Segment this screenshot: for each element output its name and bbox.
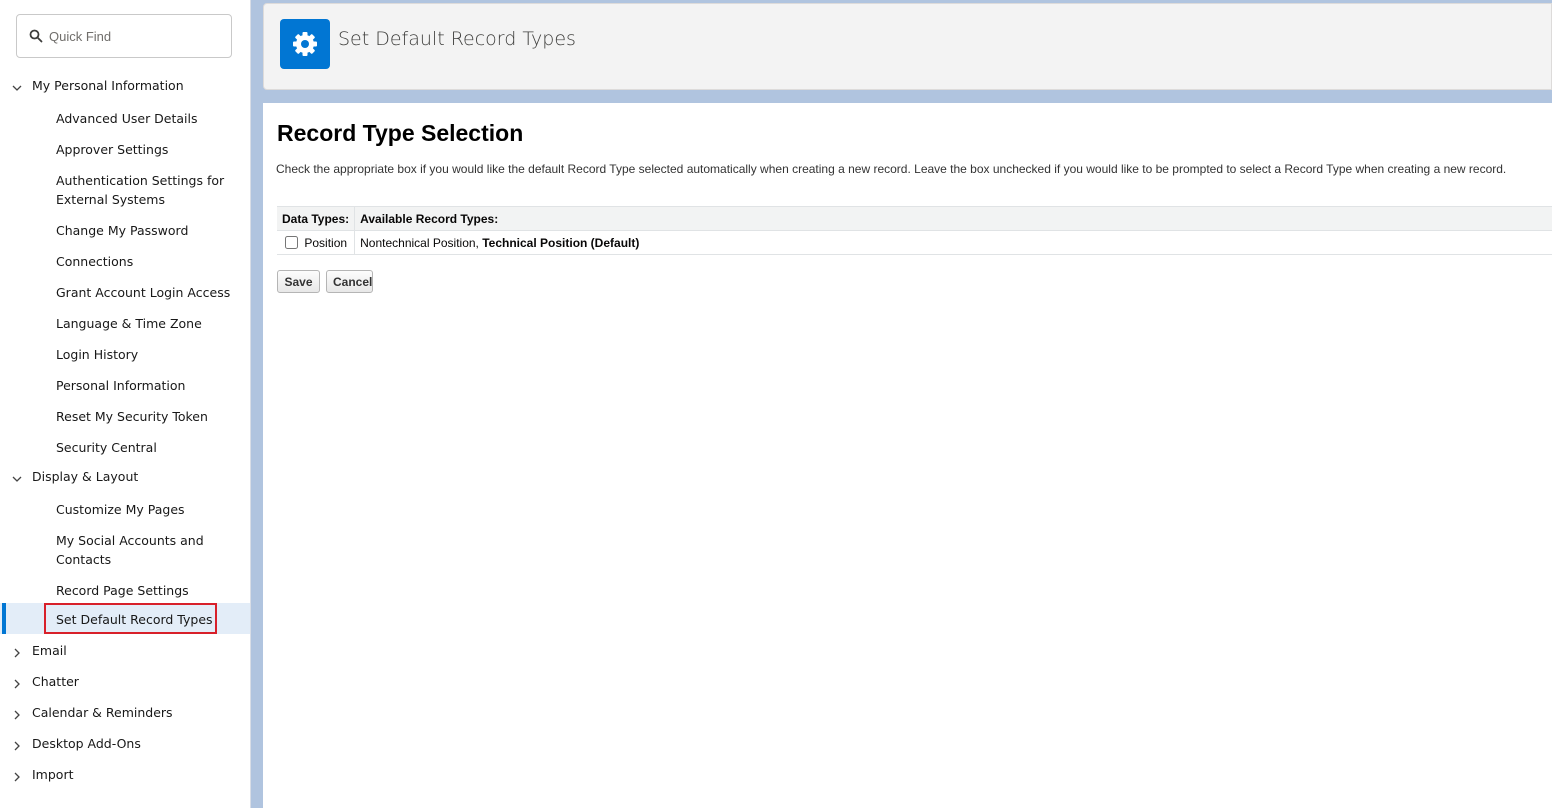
column-header-data-types: Data Types: (277, 206, 356, 231)
setup-sidebar: My Personal Information Advanced User De… (0, 0, 251, 808)
nav-section-import[interactable]: Import (0, 767, 250, 787)
record-type-table: Data Types: Available Record Types: Posi… (277, 206, 1552, 255)
nav-item-label: Customize My Pages (56, 502, 185, 517)
nav-section-desktop-add-ons[interactable]: Desktop Add-Ons (0, 736, 250, 756)
nav-item-label: Security Central (56, 440, 157, 455)
nav-item-label: Personal Information (56, 378, 186, 393)
chevron-down-icon (12, 476, 22, 482)
nav-item-label: Authentication Settings for External Sys… (56, 173, 225, 207)
nav-section-label: Chatter (32, 674, 79, 689)
nav-item-connections[interactable]: Connections (0, 252, 250, 272)
nav-item-label: Login History (56, 347, 139, 362)
nav-item-personal-information[interactable]: Personal Information (0, 376, 250, 396)
nav-section-label: Import (32, 767, 74, 782)
nav-item-label: Language & Time Zone (56, 316, 202, 331)
instructions-text: Check the appropriate box if you would l… (276, 162, 1507, 176)
column-header-available-record-types: Available Record Types: (354, 206, 1552, 231)
search-icon (29, 29, 43, 43)
page-header: Set Default Record Types (263, 3, 1552, 90)
nav-item-login-history[interactable]: Login History (0, 345, 250, 365)
quick-find-input[interactable] (49, 23, 224, 49)
nav-section-display-layout[interactable]: Display & Layout (0, 469, 250, 489)
active-indicator (2, 603, 6, 634)
nav-item-change-my-password[interactable]: Change My Password (0, 221, 250, 241)
nav-item-label: Advanced User Details (56, 111, 198, 126)
nav-item-reset-security-token[interactable]: Reset My Security Token (0, 407, 250, 427)
nav-item-label: Approver Settings (56, 142, 169, 157)
chevron-right-icon (14, 741, 20, 751)
nav-section-chatter[interactable]: Chatter (0, 674, 250, 694)
gear-icon (280, 19, 330, 69)
data-type-cell: Position (277, 230, 356, 255)
available-record-types-cell: Nontechnical Position, Technical Positio… (354, 230, 1552, 255)
chevron-right-icon (14, 772, 20, 782)
nav-item-language-time-zone[interactable]: Language & Time Zone (0, 314, 250, 334)
chevron-down-icon (12, 85, 22, 91)
nav-section-label: Desktop Add-Ons (32, 736, 141, 751)
nav-item-label: My Social Accounts and Contacts (56, 533, 204, 567)
chevron-right-icon (14, 679, 20, 689)
nav-item-my-social-accounts[interactable]: My Social Accounts and Contacts (0, 531, 250, 571)
page-title: Set Default Record Types (338, 28, 576, 50)
nav-item-label: Connections (56, 254, 134, 269)
highlight-annotation (44, 603, 217, 634)
chevron-right-icon (14, 648, 20, 658)
save-button[interactable]: Save (277, 270, 320, 293)
nav-item-advanced-user-details[interactable]: Advanced User Details (0, 109, 250, 129)
quick-find-box[interactable] (16, 14, 232, 58)
nav-item-label: Record Page Settings (56, 583, 189, 598)
nav-section-email[interactable]: Email (0, 643, 250, 663)
nav-item-record-page-settings[interactable]: Record Page Settings (0, 581, 250, 601)
nav-section-label: Email (32, 643, 67, 658)
nav-section-label: Display & Layout (32, 469, 139, 484)
position-default-checkbox[interactable] (285, 236, 298, 250)
nav-section-label: My Personal Information (32, 78, 184, 93)
record-type-list: Nontechnical Position, (360, 235, 483, 250)
cancel-button[interactable]: Cancel (326, 270, 373, 293)
nav-item-label: Change My Password (56, 223, 189, 238)
table-header-row: Data Types: Available Record Types: (277, 206, 1552, 231)
nav-item-security-central[interactable]: Security Central (0, 438, 250, 458)
chevron-right-icon (14, 710, 20, 720)
nav-section-calendar-reminders[interactable]: Calendar & Reminders (0, 705, 250, 725)
nav-section-label: Calendar & Reminders (32, 705, 173, 720)
main-content: Record Type Selection Check the appropri… (263, 103, 1552, 808)
section-heading: Record Type Selection (277, 120, 524, 146)
nav-section-my-personal-information[interactable]: My Personal Information (0, 78, 250, 98)
default-record-type: Technical Position (Default) (482, 235, 640, 250)
nav-item-authentication-settings[interactable]: Authentication Settings for External Sys… (0, 171, 250, 211)
nav-item-approver-settings[interactable]: Approver Settings (0, 140, 250, 160)
data-type-label: Position (304, 235, 348, 250)
table-row: Position Nontechnical Position, Technica… (277, 230, 1552, 255)
nav-item-label: Grant Account Login Access (56, 285, 231, 300)
nav-item-grant-account-login-access[interactable]: Grant Account Login Access (0, 283, 250, 303)
nav-item-label: Reset My Security Token (56, 409, 208, 424)
nav-item-customize-my-pages[interactable]: Customize My Pages (0, 500, 250, 520)
